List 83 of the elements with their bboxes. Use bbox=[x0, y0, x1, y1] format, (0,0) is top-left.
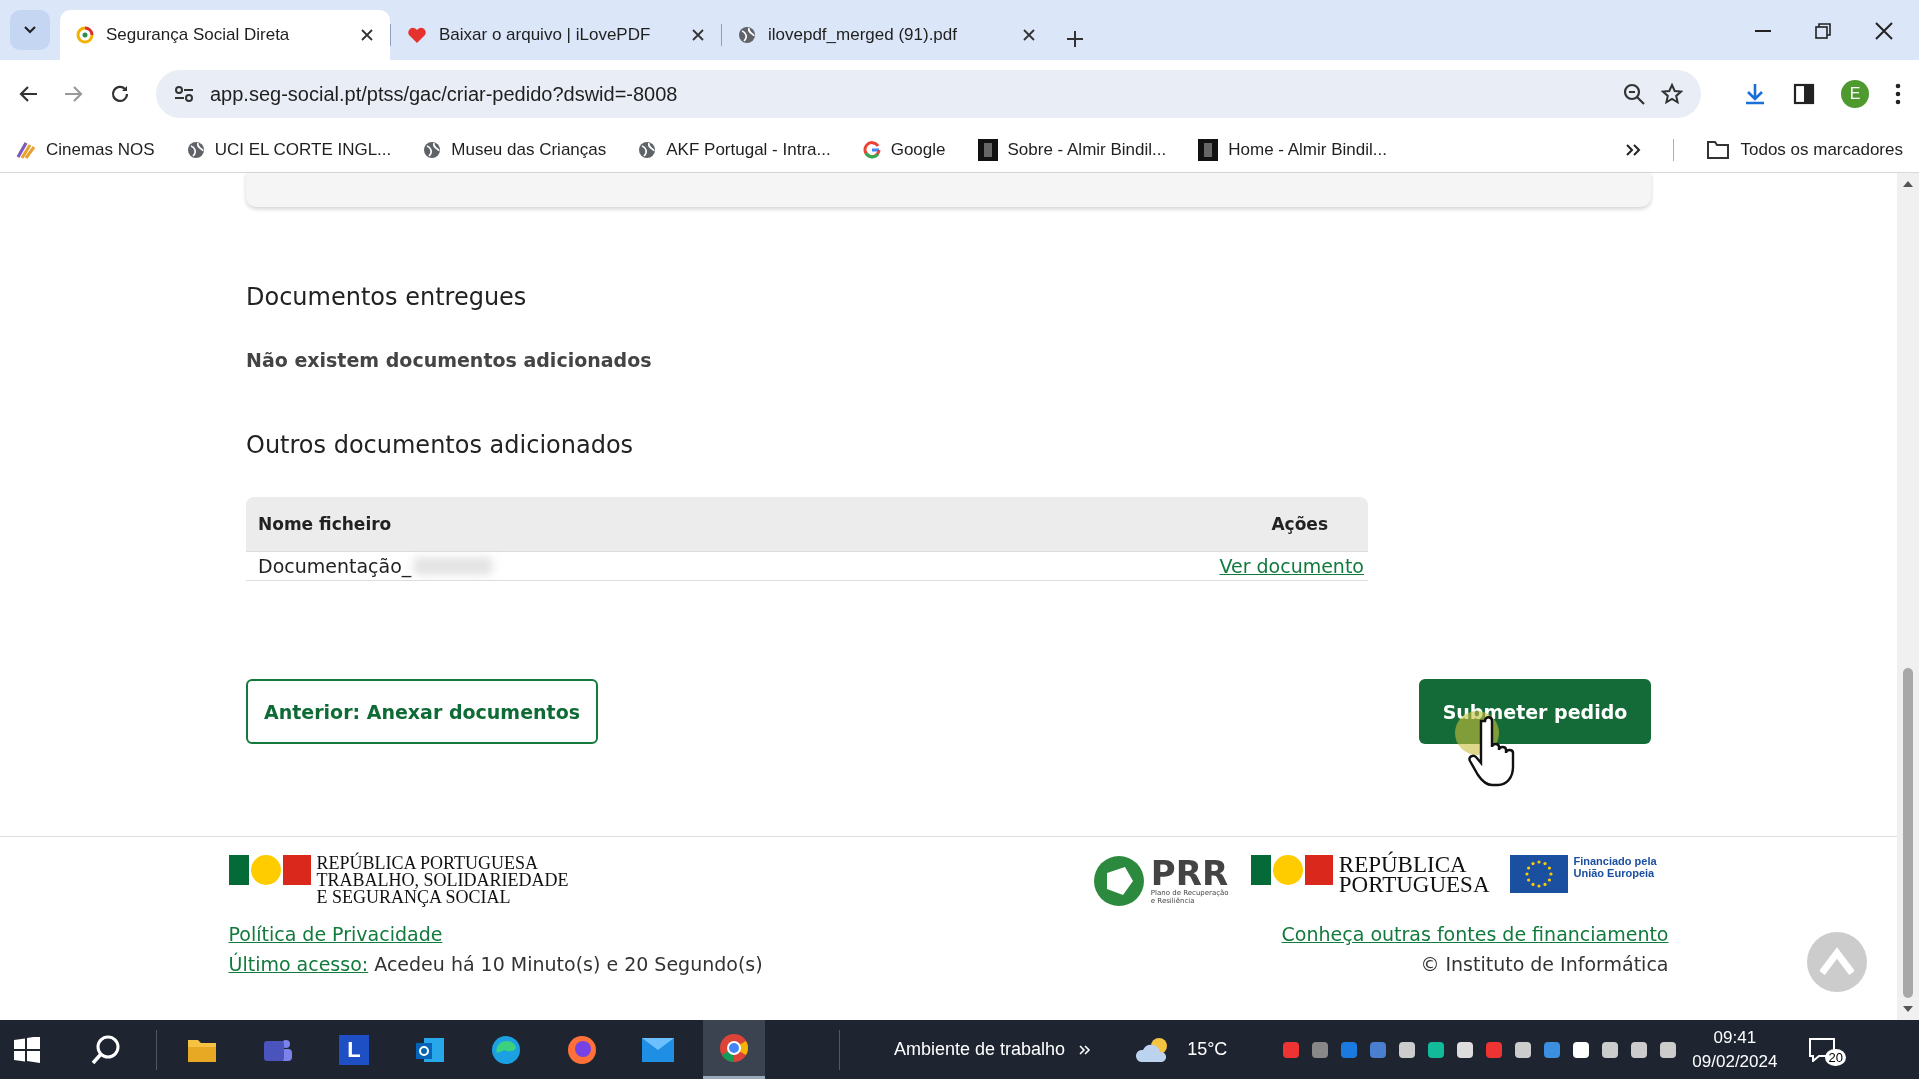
bookmarks-folder[interactable]: Todos os marcadores bbox=[1706, 140, 1903, 160]
browser-icon[interactable] bbox=[719, 1033, 749, 1063]
chevron-icon[interactable] bbox=[1079, 1044, 1092, 1055]
last-access-text: Acedeu há 10 Minuto(s) e 20 Segundo(s) bbox=[374, 953, 763, 975]
browser-tab[interactable]: Segurança Social Direta bbox=[60, 10, 390, 60]
bookmark[interactable]: Home - Almir Bindil... bbox=[1198, 139, 1387, 161]
browser-tab[interactable]: ilovepdf_merged (91).pdf bbox=[722, 10, 1052, 60]
tray-icon[interactable] bbox=[1397, 1039, 1418, 1060]
scroll-down-icon[interactable] bbox=[1903, 1006, 1913, 1014]
reload-icon[interactable] bbox=[110, 84, 130, 104]
close-window-icon[interactable] bbox=[1875, 22, 1893, 40]
globe-icon bbox=[423, 141, 442, 159]
mail-app-icon[interactable] bbox=[414, 1035, 446, 1064]
google-icon bbox=[862, 141, 881, 159]
bookmark[interactable]: Museu das Crianças bbox=[423, 140, 607, 160]
portrait-icon bbox=[977, 139, 998, 161]
close-icon[interactable] bbox=[691, 28, 705, 42]
bookmark[interactable]: Google bbox=[862, 140, 946, 160]
bookmark[interactable]: Cinemas NOS bbox=[16, 140, 155, 160]
tab-logo-icon bbox=[76, 26, 94, 44]
scroll-up-icon[interactable] bbox=[1903, 179, 1913, 187]
section-heading: Documentos entregues bbox=[246, 283, 528, 311]
menu-icon[interactable] bbox=[1895, 83, 1901, 105]
notifications-button[interactable]: 20 bbox=[1805, 1033, 1850, 1066]
eu-funding-text: Financiado pela União Europeia bbox=[1573, 855, 1658, 879]
portrait-icon bbox=[1198, 139, 1219, 161]
side-panel-icon[interactable] bbox=[1793, 83, 1815, 105]
column-header: Nome ficheiro bbox=[258, 514, 392, 534]
bookmark[interactable]: UCI EL CORTE INGL... bbox=[186, 140, 392, 160]
view-document-link[interactable]: Ver documento bbox=[1219, 555, 1364, 577]
windows-start-icon[interactable] bbox=[14, 1036, 40, 1063]
copyright-text: © Instituto de Informática bbox=[1420, 953, 1669, 975]
privacy-link[interactable]: Política de Privacidade bbox=[228, 923, 763, 945]
download-icon[interactable] bbox=[1743, 82, 1767, 106]
browser-icon[interactable] bbox=[567, 1034, 597, 1065]
tray-icon[interactable] bbox=[1455, 1039, 1476, 1060]
browser-icon[interactable] bbox=[491, 1034, 521, 1065]
empty-message: Não existem documentos adicionados bbox=[246, 349, 653, 371]
table-cell: Documentação_ bbox=[258, 555, 412, 577]
prr-acronym: PRR bbox=[1150, 857, 1230, 889]
tray-icon[interactable] bbox=[1571, 1039, 1592, 1060]
address-bar[interactable]: app.seg-social.pt/ptss/gac/criar-pedido?dswid=-8008 bbox=[156, 70, 1701, 118]
tray-icon[interactable] bbox=[1658, 1039, 1679, 1060]
site-settings-icon[interactable] bbox=[174, 85, 194, 103]
bookmark[interactable]: AKF Portugal - Intra... bbox=[638, 140, 831, 160]
close-icon[interactable] bbox=[1022, 28, 1036, 42]
section-heading: Outros documentos adicionados bbox=[246, 431, 635, 459]
column-header: Ações bbox=[1271, 514, 1328, 534]
more-bookmarks-icon[interactable] bbox=[1625, 143, 1642, 157]
eu-flag-icon bbox=[1509, 855, 1568, 893]
temperature-text[interactable]: 15°C bbox=[1187, 1039, 1228, 1060]
browser-tab[interactable]: Baixar o arquivo | iLovePDF bbox=[391, 10, 721, 60]
globe-icon bbox=[638, 141, 657, 159]
app-letter-icon[interactable]: L bbox=[339, 1034, 369, 1065]
star-icon[interactable] bbox=[1661, 83, 1683, 105]
zoom-icon[interactable] bbox=[1623, 83, 1645, 105]
clock[interactable]: 09:41 09/02/2024 bbox=[1692, 1027, 1778, 1072]
forward-icon[interactable] bbox=[64, 85, 84, 103]
folder-icon bbox=[1706, 140, 1731, 160]
desktop-toolbar-label[interactable]: Ambiente de trabalho bbox=[894, 1039, 1066, 1060]
prr-logo-icon bbox=[1092, 855, 1145, 907]
funding-link[interactable]: Conheça outras fontes de financiamento bbox=[1281, 923, 1669, 945]
back-icon[interactable] bbox=[18, 85, 38, 103]
profile-avatar[interactable]: E bbox=[1841, 80, 1869, 108]
tray-icon[interactable] bbox=[1426, 1039, 1447, 1060]
close-icon[interactable] bbox=[360, 28, 374, 42]
heart-icon bbox=[407, 26, 427, 44]
new-tab-icon[interactable] bbox=[1066, 30, 1084, 48]
stripes-icon bbox=[16, 141, 36, 159]
globe-icon bbox=[186, 141, 205, 159]
caret-icon[interactable] bbox=[23, 25, 37, 35]
last-access-link[interactable]: Último acesso: bbox=[228, 953, 369, 975]
tray-icon[interactable] bbox=[1513, 1039, 1534, 1060]
search-icon[interactable] bbox=[90, 1033, 122, 1066]
submit-button[interactable]: Submeter pedido bbox=[1419, 679, 1651, 744]
scrollbar-thumb[interactable] bbox=[1903, 668, 1913, 998]
bookmark[interactable]: Sobre - Almir Bindil... bbox=[977, 139, 1167, 161]
restore-icon[interactable] bbox=[1815, 23, 1831, 39]
globe-icon bbox=[738, 26, 756, 44]
tray-icon[interactable] bbox=[1629, 1039, 1650, 1060]
back-button[interactable]: Anterior: Anexar documentos bbox=[246, 679, 598, 744]
tray-icon[interactable] bbox=[1600, 1039, 1621, 1060]
envelope-icon[interactable] bbox=[642, 1037, 674, 1062]
